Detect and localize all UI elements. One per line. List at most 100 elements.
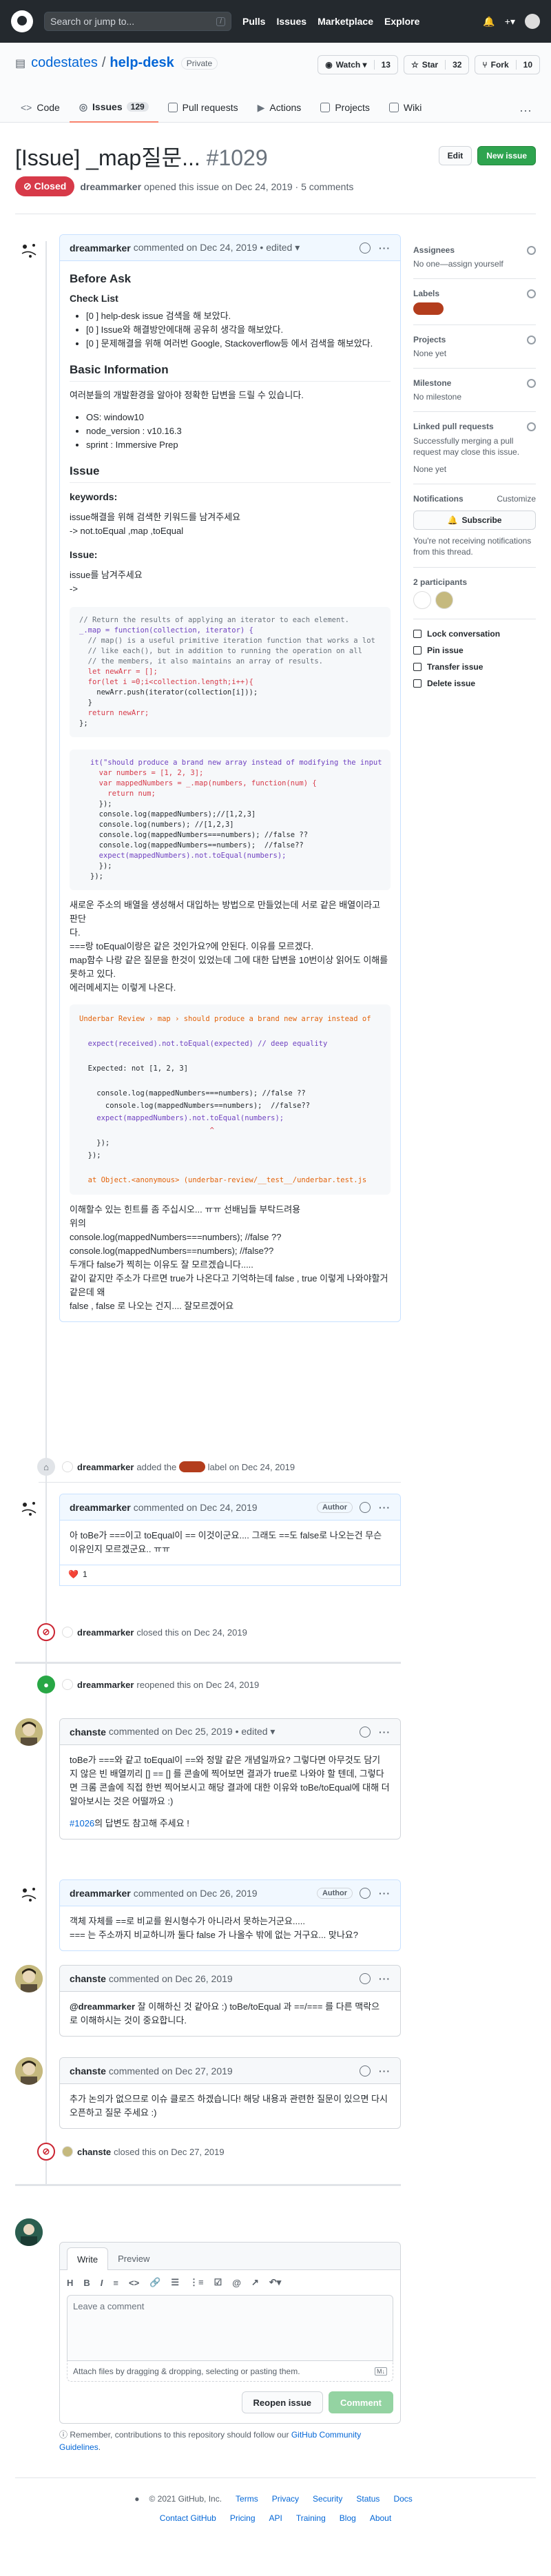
comment-textarea[interactable]: Leave a comment xyxy=(67,2295,393,2361)
comment-author-link[interactable]: dreammarker xyxy=(70,1502,131,1513)
footer-link-contact[interactable]: Contact GitHub xyxy=(160,2513,216,2523)
add-reaction-icon[interactable] xyxy=(360,1972,371,1984)
add-reaction-icon[interactable] xyxy=(360,2065,371,2077)
sidebar-label-badge[interactable] xyxy=(413,302,444,315)
event-actor-link[interactable]: chanste xyxy=(77,2147,111,2157)
reopen-issue-button[interactable]: Reopen issue xyxy=(241,2391,324,2413)
footer-link-terms[interactable]: Terms xyxy=(236,2494,258,2504)
bold-icon[interactable]: B xyxy=(83,2278,90,2288)
user-avatar-menu[interactable] xyxy=(525,14,540,29)
footer-link-training[interactable]: Training xyxy=(296,2513,326,2523)
milestone-heading[interactable]: Milestone xyxy=(413,378,536,388)
transfer-issue-link[interactable]: Transfer issue xyxy=(413,662,536,672)
comment-meta[interactable]: commented on Dec 27, 2019 xyxy=(109,2065,233,2077)
gear-icon[interactable] xyxy=(527,289,536,298)
markdown-icon[interactable]: M↓ xyxy=(375,2367,387,2376)
footer-link-pricing[interactable]: Pricing xyxy=(230,2513,256,2523)
mention-link[interactable]: @dreammarker xyxy=(70,2001,135,2012)
tab-wiki[interactable]: Wiki xyxy=(380,92,431,123)
avatar[interactable] xyxy=(62,1627,73,1638)
subscribe-button[interactable]: 🔔 Subscribe xyxy=(413,511,536,530)
customize-link[interactable]: Customize xyxy=(497,494,536,504)
comment-author-link[interactable]: dreammarker xyxy=(70,243,131,254)
add-reaction-icon[interactable] xyxy=(360,1501,371,1513)
footer-link-security[interactable]: Security xyxy=(313,2494,342,2504)
attach-files-area[interactable]: Attach files by dragging & dropping, sel… xyxy=(67,2361,393,2382)
tab-pull-requests[interactable]: Pull requests xyxy=(158,92,248,123)
mention-icon[interactable]: @ xyxy=(232,2278,241,2288)
star-button[interactable]: ☆ Star 32 xyxy=(403,55,470,74)
star-count[interactable]: 32 xyxy=(445,60,461,70)
gear-icon[interactable] xyxy=(527,378,536,388)
comment-menu-button[interactable]: ··· xyxy=(379,243,391,254)
link-icon[interactable]: 🔗 xyxy=(149,2277,160,2288)
footer-link-blog[interactable]: Blog xyxy=(340,2513,356,2523)
delete-issue-link[interactable]: Delete issue xyxy=(413,679,536,688)
event-actor-link[interactable]: dreammarker xyxy=(77,1627,134,1638)
watch-button[interactable]: ◉ Watch ▾ 13 xyxy=(318,55,398,74)
tab-preview[interactable]: Preview xyxy=(108,2247,159,2269)
cross-reference-icon[interactable]: ↗ xyxy=(251,2277,259,2288)
create-new-dropdown[interactable]: +▾ xyxy=(505,16,515,28)
tab-code[interactable]: <> Code xyxy=(11,92,70,123)
nav-explore[interactable]: Explore xyxy=(384,16,419,27)
nav-marketplace[interactable]: Marketplace xyxy=(318,16,373,27)
gear-icon[interactable] xyxy=(527,335,536,344)
assignees-heading[interactable]: Assignees xyxy=(413,245,536,255)
projects-heading[interactable]: Projects xyxy=(413,335,536,344)
github-logo-icon[interactable] xyxy=(11,10,33,32)
pin-issue-link[interactable]: Pin issue xyxy=(413,646,536,655)
saved-replies-icon[interactable]: ↶▾ xyxy=(269,2277,281,2288)
avatar[interactable] xyxy=(62,1679,73,1690)
footer-link-status[interactable]: Status xyxy=(356,2494,380,2504)
avatar[interactable] xyxy=(15,2057,43,2085)
comment-author-link[interactable]: dreammarker xyxy=(70,1888,131,1899)
more-tabs-button[interactable]: ··· xyxy=(519,103,532,118)
bell-icon[interactable]: 🔔 xyxy=(483,16,495,28)
comment-meta[interactable]: commented on Dec 24, 2019 xyxy=(134,1502,258,1513)
labels-heading[interactable]: Labels xyxy=(413,289,536,298)
tab-issues[interactable]: ◎ Issues 129 xyxy=(69,92,158,123)
avatar[interactable] xyxy=(15,236,43,263)
repo-name-link[interactable]: help-desk xyxy=(110,55,174,71)
italic-icon[interactable]: I xyxy=(101,2278,103,2288)
lock-conversation-link[interactable]: Lock conversation xyxy=(413,629,536,639)
avatar[interactable] xyxy=(15,1965,43,1992)
ordered-list-icon[interactable]: ⋮≡ xyxy=(189,2277,204,2288)
tab-write[interactable]: Write xyxy=(67,2247,109,2270)
footer-link-api[interactable]: API xyxy=(269,2513,282,2523)
gear-icon[interactable] xyxy=(527,422,536,431)
comment-menu-button[interactable]: ··· xyxy=(379,1502,391,1513)
quote-icon[interactable]: ≡ xyxy=(113,2278,118,2288)
edit-title-button[interactable]: Edit xyxy=(438,146,472,165)
footer-link-privacy[interactable]: Privacy xyxy=(272,2494,299,2504)
comment-menu-button[interactable]: ··· xyxy=(379,2065,391,2077)
avatar[interactable] xyxy=(15,1718,43,1746)
comment-meta[interactable]: commented on Dec 25, 2019 • edited ▾ xyxy=(109,1726,276,1738)
repo-owner-link[interactable]: codestates xyxy=(31,55,98,71)
add-reaction-icon[interactable] xyxy=(360,242,371,254)
event-actor-link[interactable]: dreammarker xyxy=(77,1680,134,1690)
heart-reaction-icon[interactable]: ❤️ xyxy=(68,1569,79,1579)
comment-menu-button[interactable]: ··· xyxy=(379,1727,391,1738)
watch-count[interactable]: 13 xyxy=(373,60,391,70)
code-icon[interactable]: <> xyxy=(129,2278,139,2288)
avatar[interactable] xyxy=(62,2146,73,2157)
avatar[interactable] xyxy=(15,1879,43,1907)
issue-reference-link[interactable]: #1026 xyxy=(70,1818,94,1828)
avatar[interactable] xyxy=(62,1461,73,1472)
footer-link-docs[interactable]: Docs xyxy=(393,2494,412,2504)
avatar[interactable] xyxy=(435,591,453,609)
fork-button[interactable]: ⑂ Fork 10 xyxy=(475,55,540,74)
comment-author-link[interactable]: chanste xyxy=(70,2065,106,2077)
fork-count[interactable]: 10 xyxy=(515,60,532,70)
tab-actions[interactable]: ▶ Actions xyxy=(248,92,311,123)
add-reaction-icon[interactable] xyxy=(360,1726,371,1738)
comment-button[interactable]: Comment xyxy=(329,2391,393,2413)
tab-projects[interactable]: Projects xyxy=(311,92,380,123)
comment-meta[interactable]: commented on Dec 24, 2019 • edited ▾ xyxy=(134,242,300,254)
comment-menu-button[interactable]: ··· xyxy=(379,1888,391,1899)
comment-author-link[interactable]: chanste xyxy=(70,1973,106,1984)
add-reaction-icon[interactable] xyxy=(360,1887,371,1899)
linked-prs-heading[interactable]: Linked pull requests xyxy=(413,422,536,431)
